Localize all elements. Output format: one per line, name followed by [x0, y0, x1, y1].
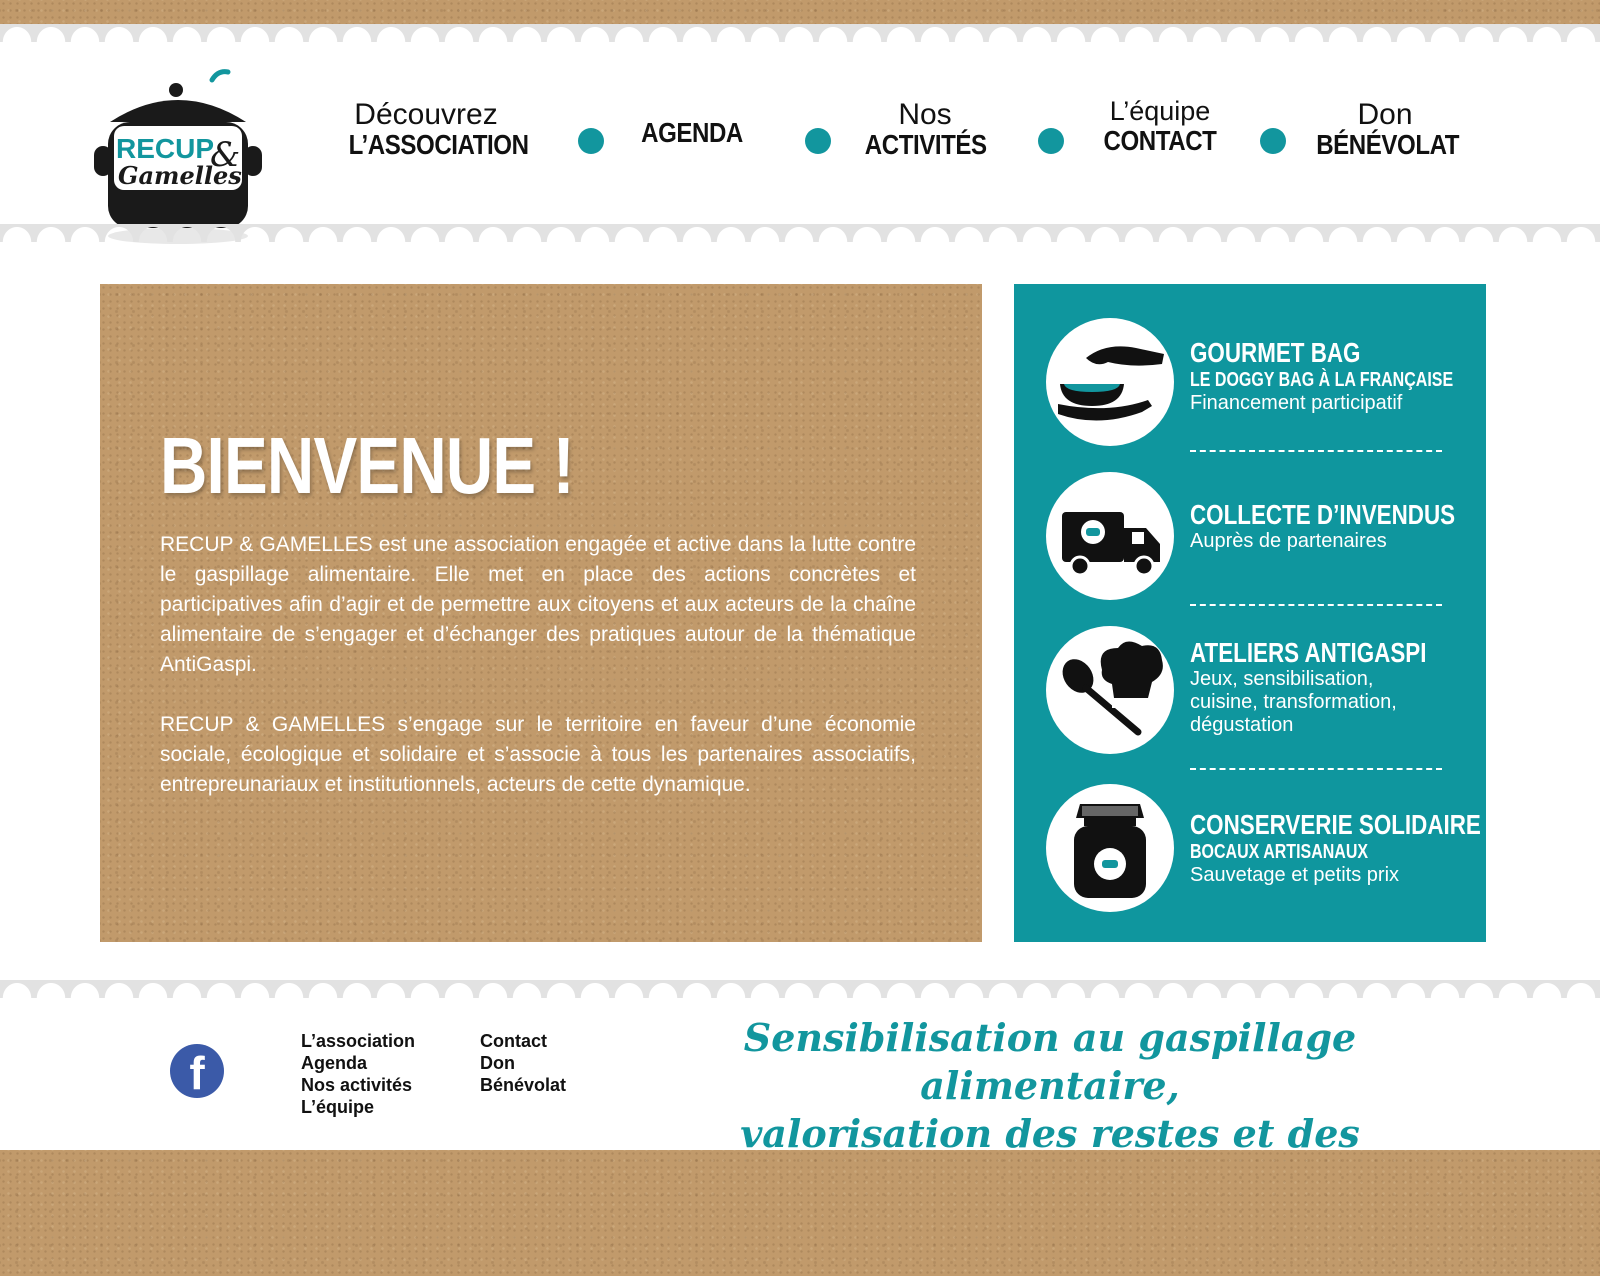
chef-hat-spoon-icon — [1046, 626, 1174, 754]
nav-item-activites-line2: ACTIVITÉS — [864, 129, 987, 160]
nav-item-activites[interactable]: Nos ACTIVITÉS — [855, 100, 995, 160]
service-title: ATELIERS ANTIGASPI — [1190, 637, 1427, 668]
service-title: CONSERVERIE SOLIDAIRE — [1190, 809, 1481, 840]
service-subtitle: BOCAUX ARTISANAUX — [1190, 841, 1369, 863]
service-conserverie[interactable]: CONSERVERIE SOLIDAIRE BOCAUX ARTISANAUX … — [1046, 784, 1481, 916]
service-description: Auprès de partenaires — [1190, 530, 1387, 552]
scallop-divider-header — [0, 224, 1600, 242]
welcome-title: BIENVENUE ! — [160, 421, 575, 510]
logo-recup-text: RECUP — [116, 133, 214, 164]
footer-links-col2: Contact Don Bénévolat — [480, 1030, 566, 1096]
nav-item-benevolat[interactable]: Don BÉNÉVOLAT — [1305, 100, 1465, 160]
dashed-separator — [1190, 450, 1442, 452]
service-description: Jeux, sensibilisation, cuisine, transfor… — [1190, 668, 1397, 736]
welcome-text: RECUP & GAMELLES est une association eng… — [160, 530, 916, 800]
service-ateliers-text: ATELIERS ANTIGASPI Jeux, sensibilisation… — [1190, 638, 1480, 737]
footer-link-benevolat[interactable]: Bénévolat — [480, 1074, 566, 1096]
footer-link-agenda[interactable]: Agenda — [301, 1052, 415, 1074]
footer-link-association[interactable]: L’association — [301, 1030, 415, 1052]
nav-item-contact-line1: L’équipe — [1109, 96, 1211, 126]
dashed-separator — [1190, 768, 1442, 770]
service-title: COLLECTE D’INVENDUS — [1190, 499, 1456, 530]
service-gourmet-bag-text: GOURMET BAG LE DOGGY BAG À LA FRANÇAISE … — [1190, 338, 1480, 415]
scallop-divider-top — [0, 24, 1600, 42]
main-nav: Découvrez L’ASSOCIATION AGENDA Nos ACTIV… — [300, 96, 1500, 180]
footer-link-contact[interactable]: Contact — [480, 1030, 566, 1052]
nav-item-association-line2: L’ASSOCIATION — [348, 129, 529, 160]
service-description: Sauvetage et petits prix — [1190, 864, 1400, 886]
tagline-line-1: Sensibilisation au gaspillage alimentair… — [743, 1015, 1357, 1108]
nav-separator-dot — [805, 128, 831, 154]
nav-item-association-line1: Découvrez — [354, 98, 498, 131]
nav-item-agenda-line2: AGENDA — [641, 117, 743, 148]
nav-item-association[interactable]: Découvrez L’ASSOCIATION — [336, 98, 529, 160]
welcome-paragraph-2: RECUP & GAMELLES s’engage sur le territo… — [160, 713, 916, 796]
nav-item-contact[interactable]: L’équipe CONTACT — [1090, 96, 1230, 156]
footer-link-equipe[interactable]: L’équipe — [301, 1096, 415, 1118]
service-collecte[interactable]: COLLECTE D’INVENDUS Auprès de partenaire… — [1046, 472, 1476, 604]
hand-bowl-icon — [1046, 318, 1174, 446]
scallop-divider-footer — [0, 980, 1600, 998]
footer-link-don[interactable]: Don — [480, 1052, 566, 1074]
facebook-icon[interactable]: f — [170, 1044, 224, 1098]
service-gourmet-bag[interactable]: GOURMET BAG LE DOGGY BAG À LA FRANÇAISE … — [1046, 318, 1476, 450]
logo-gamelles-text: Gamelles — [118, 161, 242, 190]
nav-separator-dot — [578, 128, 604, 154]
nav-separator-dot — [1038, 128, 1064, 154]
footer-link-activites[interactable]: Nos activités — [301, 1074, 415, 1096]
service-ateliers[interactable]: ATELIERS ANTIGASPI Jeux, sensibilisation… — [1046, 626, 1476, 758]
nav-item-agenda[interactable]: AGENDA — [622, 118, 762, 148]
service-conserverie-text: CONSERVERIE SOLIDAIRE BOCAUX ARTISANAUX … — [1190, 809, 1481, 887]
nav-item-contact-line2: CONTACT — [1103, 125, 1217, 156]
nav-item-benevolat-line1: Don — [1357, 98, 1413, 131]
truck-icon — [1046, 472, 1174, 600]
nav-item-activites-line1: Nos — [898, 98, 952, 131]
nav-separator-dot — [1260, 128, 1286, 154]
dashed-separator — [1190, 604, 1442, 606]
service-description: Financement participatif — [1190, 392, 1403, 414]
services-panel: GOURMET BAG LE DOGGY BAG À LA FRANÇAISE … — [1014, 284, 1486, 942]
service-collecte-text: COLLECTE D’INVENDUS Auprès de partenaire… — [1190, 500, 1480, 553]
service-subtitle: LE DOGGY BAG À LA FRANÇAISE — [1190, 369, 1454, 391]
service-title: GOURMET BAG — [1190, 337, 1361, 368]
welcome-panel: BIENVENUE ! RECUP & GAMELLES est une ass… — [100, 284, 982, 942]
jar-icon — [1046, 784, 1174, 912]
kraft-bottom-band — [0, 1150, 1600, 1276]
footer-links-col1: L’association Agenda Nos activités L’équ… — [301, 1030, 415, 1118]
kraft-top-band — [0, 0, 1600, 24]
welcome-paragraph-1: RECUP & GAMELLES est une association eng… — [160, 533, 916, 676]
nav-item-benevolat-line2: BÉNÉVOLAT — [1316, 129, 1460, 160]
